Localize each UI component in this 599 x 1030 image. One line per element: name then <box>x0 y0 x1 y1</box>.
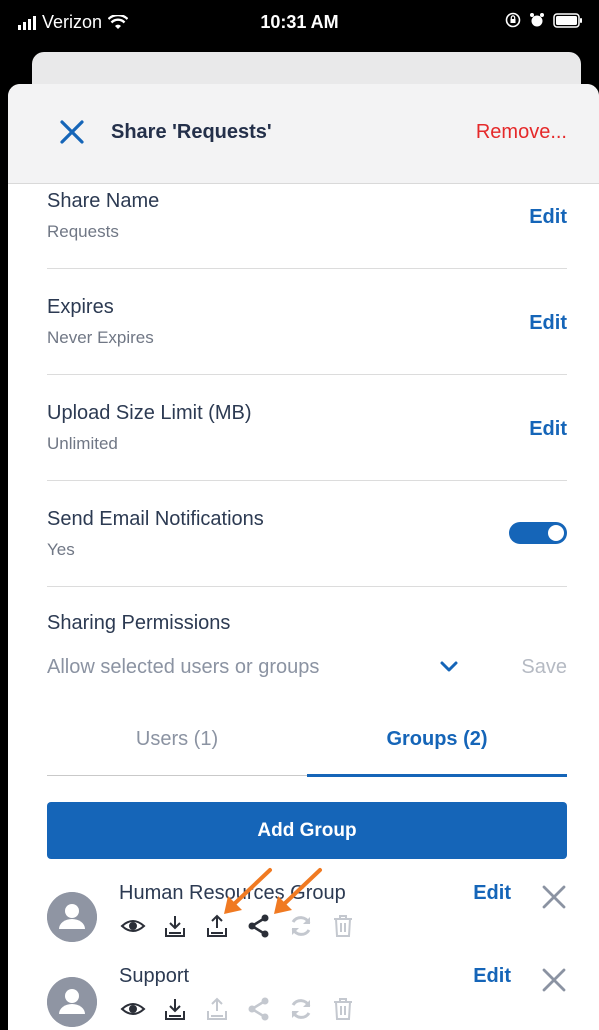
group-item: Human Resources Group Edit <box>47 882 567 962</box>
close-icon[interactable] <box>56 116 88 148</box>
upload-limit-value: Unlimited <box>47 434 118 453</box>
upload-icon[interactable] <box>203 912 231 940</box>
group-permissions <box>119 912 357 940</box>
share-icon[interactable] <box>245 912 273 940</box>
trash-icon[interactable] <box>329 995 357 1023</box>
group-permissions <box>119 995 357 1023</box>
sharing-permissions-select[interactable]: Allow selected users or groups <box>47 656 319 679</box>
email-notifications-label: Send Email Notifications <box>47 508 264 530</box>
edit-share-name-button[interactable]: Edit <box>529 206 567 229</box>
remove-button[interactable]: Remove... <box>476 121 567 144</box>
email-notifications-toggle[interactable] <box>509 522 567 544</box>
group-item: Support Edit <box>47 965 567 1030</box>
tab-bar: Users (1) Groups (2) <box>47 704 567 777</box>
battery-icon <box>553 12 582 28</box>
upload-limit-label: Upload Size Limit (MB) <box>47 402 252 424</box>
expires-row: Expires Never Expires Edit <box>47 269 567 375</box>
avatar <box>47 977 97 1027</box>
edit-group-button[interactable]: Edit <box>473 965 511 988</box>
expires-value: Never Expires <box>47 328 154 347</box>
avatar <box>47 892 97 942</box>
expires-label: Expires <box>47 296 114 318</box>
share-icon[interactable] <box>245 995 273 1023</box>
download-icon[interactable] <box>161 995 189 1023</box>
edit-group-button[interactable]: Edit <box>473 882 511 905</box>
group-name: Human Resources Group <box>119 882 346 904</box>
share-name-label: Share Name <box>47 190 160 212</box>
chevron-down-icon[interactable] <box>438 658 460 676</box>
email-notifications-value: Yes <box>47 540 75 559</box>
tab-groups[interactable]: Groups (2) <box>307 728 567 751</box>
upload-limit-row: Upload Size Limit (MB) Unlimited Edit <box>47 375 567 481</box>
group-name: Support <box>119 965 190 987</box>
share-name-value: Requests <box>47 222 119 241</box>
share-sheet: Share 'Requests' Remove... Share Name Re… <box>8 84 599 1030</box>
eye-icon[interactable] <box>119 995 147 1023</box>
upload-icon[interactable] <box>203 995 231 1023</box>
alarm-icon <box>530 13 544 27</box>
sync-icon[interactable] <box>287 912 315 940</box>
orientation-lock-icon <box>505 12 521 28</box>
download-icon[interactable] <box>161 912 189 940</box>
status-bar: Verizon 10:31 AM <box>0 0 599 44</box>
eye-icon[interactable] <box>119 912 147 940</box>
toggle-knob <box>548 525 564 541</box>
edit-expires-button[interactable]: Edit <box>529 312 567 335</box>
remove-group-icon[interactable] <box>541 884 567 910</box>
email-notifications-row: Send Email Notifications Yes <box>47 481 567 587</box>
share-name-row: Share Name Requests Edit <box>47 184 567 269</box>
page-title: Share 'Requests' <box>111 121 272 143</box>
edit-upload-limit-button[interactable]: Edit <box>529 418 567 441</box>
sharing-permissions-label: Sharing Permissions <box>47 612 231 634</box>
add-group-button[interactable]: Add Group <box>47 802 567 859</box>
sync-icon[interactable] <box>287 995 315 1023</box>
status-right <box>505 12 583 28</box>
active-tab-indicator <box>307 774 567 777</box>
remove-group-icon[interactable] <box>541 967 567 993</box>
sheet-header: Share 'Requests' Remove... <box>8 84 599 184</box>
trash-icon[interactable] <box>329 912 357 940</box>
save-button[interactable]: Save <box>521 656 567 679</box>
tab-users[interactable]: Users (1) <box>47 728 307 751</box>
